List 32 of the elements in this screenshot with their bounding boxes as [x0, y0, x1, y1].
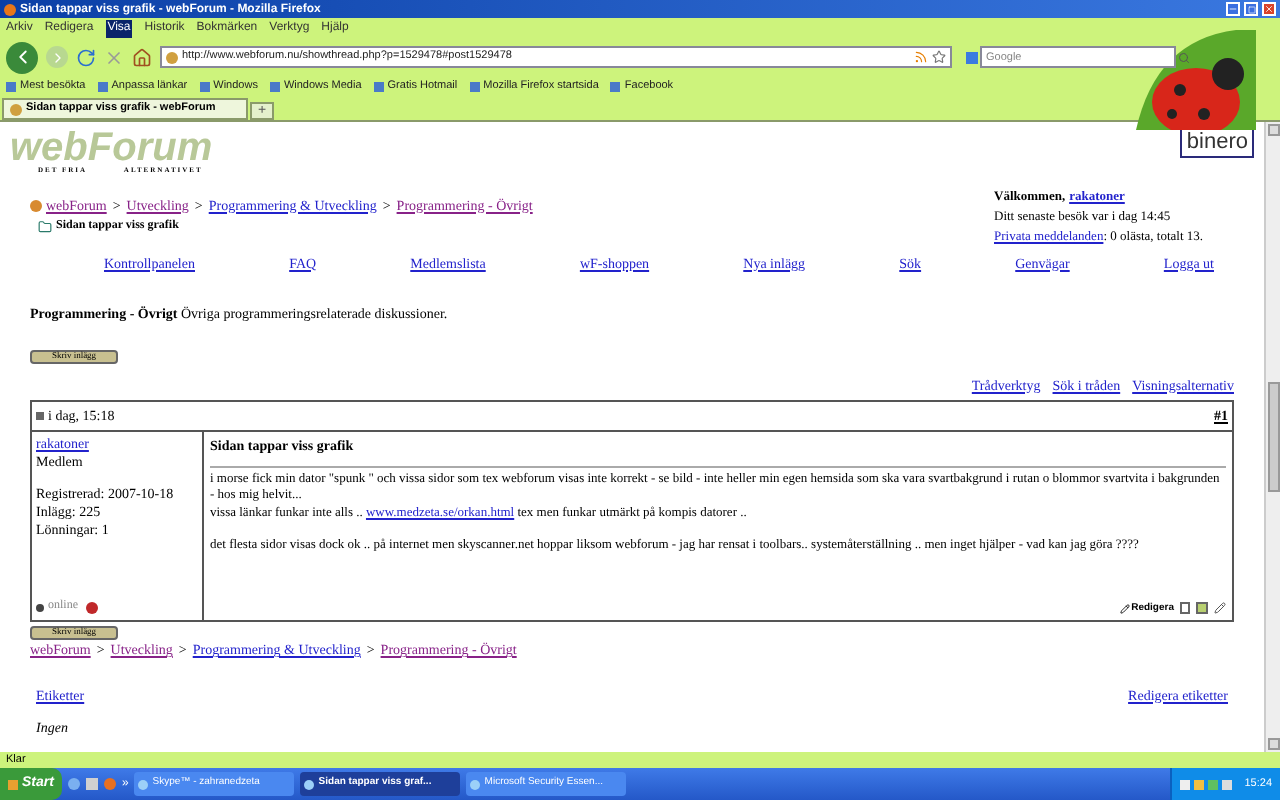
bookmark-icon: [469, 82, 480, 92]
stop-icon[interactable]: [104, 47, 124, 67]
bookmark-icon: [97, 82, 108, 92]
bookmark-icon: [6, 82, 16, 92]
bookmark-icon: [373, 82, 384, 92]
sponsor-logo: binero: [1180, 128, 1254, 158]
site-icon: [10, 103, 22, 115]
home-icon[interactable]: [132, 47, 152, 67]
report-icon[interactable]: [86, 601, 98, 613]
close-button[interactable]: [1262, 2, 1276, 16]
feed-icon: [914, 50, 928, 64]
search-icon[interactable]: [1178, 51, 1190, 63]
app-icon: [138, 779, 149, 789]
bookmark-icon: [199, 82, 210, 92]
reload-icon[interactable]: [76, 47, 96, 67]
quote-icon[interactable]: [1196, 602, 1208, 615]
bookmark-icon: [610, 82, 621, 92]
app-icon: [304, 779, 315, 789]
back-button[interactable]: [6, 41, 38, 73]
home-icon: [30, 199, 42, 212]
document-icon[interactable]: [1180, 602, 1190, 615]
thread-icon: [38, 220, 52, 234]
app-icon: [470, 779, 481, 789]
maximize-button[interactable]: [1244, 2, 1258, 16]
reply-icon[interactable]: [1214, 602, 1226, 615]
minimize-button[interactable]: [1226, 2, 1240, 16]
bookmark-icon: [269, 82, 280, 92]
search-engine-icon[interactable]: [966, 51, 978, 63]
bookmark-star-icon[interactable]: [932, 50, 946, 64]
pencil-icon: [1119, 603, 1130, 614]
post-icon: [36, 412, 44, 420]
site-icon: [166, 51, 178, 63]
